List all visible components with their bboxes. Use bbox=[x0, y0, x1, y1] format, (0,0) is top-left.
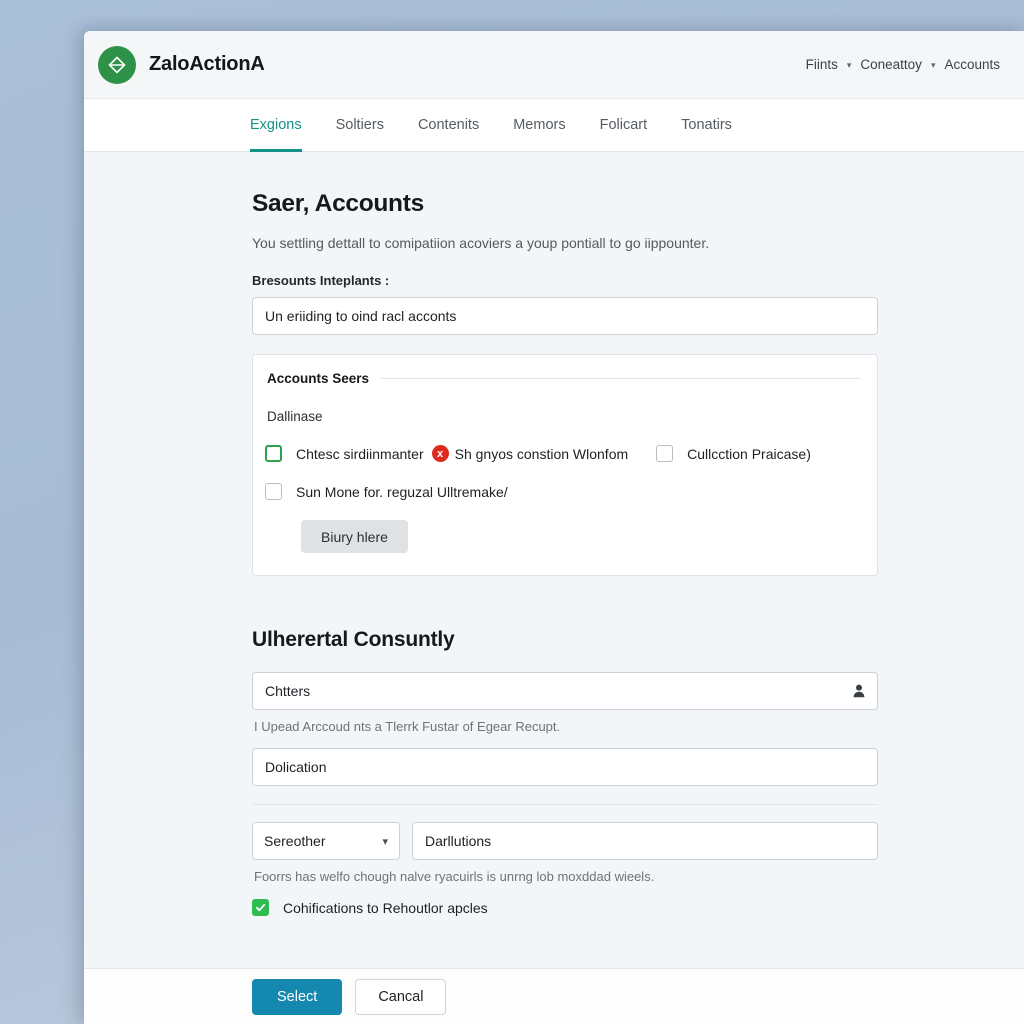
error-badge-icon: x bbox=[431, 445, 449, 462]
checkbox-sunmone-label: Sun Mone for. reguzal Ulltremake/ bbox=[296, 483, 508, 500]
chevron-down-icon[interactable]: ▾ bbox=[847, 60, 852, 71]
sereother-select-value: Sereother bbox=[264, 833, 326, 849]
tab-label: Exgions bbox=[250, 117, 302, 133]
checkbox-sunmone[interactable] bbox=[265, 483, 282, 500]
primary-input[interactable]: Un eriiding to oind racl acconts bbox=[252, 297, 878, 335]
sereother-select[interactable]: Sereother ▾ bbox=[252, 822, 400, 860]
section-divider bbox=[252, 804, 878, 805]
tab-label: Memors bbox=[513, 117, 566, 133]
tab-bar: Exgions Soltiers Contenits Memors Folica… bbox=[84, 99, 1024, 152]
darllutions-input[interactable]: Darllutions bbox=[412, 822, 878, 860]
checkbox-chtesc-group[interactable]: Chtesc sirdiinmanter bbox=[265, 445, 424, 462]
tab-exgions[interactable]: Exgions bbox=[250, 99, 319, 152]
checkbox-consent-label: Cohifications to Rehoutlor apcles bbox=[283, 899, 488, 916]
page-subtitle: You settling dettall to comipatiion acov… bbox=[252, 235, 710, 251]
section-helper-text: Foorrs has welfo chough nalve ryacuirls … bbox=[254, 869, 655, 884]
tab-folicart[interactable]: Folicart bbox=[583, 99, 665, 151]
legend-divider bbox=[381, 378, 861, 379]
chtters-input-value: Chtters bbox=[265, 683, 311, 699]
footer-action-bar: Select Cancal bbox=[84, 968, 1024, 1024]
select-button[interactable]: Select bbox=[252, 978, 343, 1015]
checkbox-sunmone-group[interactable]: Sun Mone for. reguzal Ulltremake/ bbox=[265, 483, 508, 500]
diamond-split-icon bbox=[98, 45, 136, 84]
app-window: ZaloActionA Fiints ▾ Coneattoy ▾ Account… bbox=[84, 31, 1024, 1024]
nav-item-coneattoy[interactable]: Coneattoy bbox=[860, 57, 922, 72]
dolication-input-value: Dolication bbox=[265, 759, 327, 775]
primary-input-label: Bresounts Inteplants : bbox=[252, 273, 390, 288]
brand-title: ZaloActionA bbox=[149, 53, 265, 75]
checkbox-consent[interactable] bbox=[252, 899, 269, 916]
select-and-input-row: Sereother ▾ Darllutions bbox=[252, 822, 878, 860]
section-title: Ulherertal Consuntly bbox=[252, 628, 455, 651]
tab-soltiers[interactable]: Soltiers bbox=[319, 99, 401, 151]
nav-item-fiints[interactable]: Fiints bbox=[806, 57, 838, 72]
tab-label: Contenits bbox=[417, 117, 480, 133]
chevron-down-icon: ▾ bbox=[382, 835, 388, 848]
tab-label: Tonatirs bbox=[681, 117, 732, 133]
user-icon[interactable] bbox=[851, 683, 867, 699]
card-legend: Accounts Seers bbox=[267, 371, 370, 386]
checkbox-chtesc[interactable] bbox=[265, 445, 282, 462]
checkbox-chtesc-label: Chtesc sirdiinmanter bbox=[296, 445, 424, 462]
checkbox-cullcction-label: Cullcction Praicase) bbox=[687, 445, 811, 462]
tab-contenits[interactable]: Contenits bbox=[401, 99, 496, 151]
tab-label: Folicart bbox=[599, 117, 648, 133]
card-note: Dallinase bbox=[267, 409, 323, 424]
page-title: Saer, Accounts bbox=[252, 190, 424, 217]
consent-row[interactable]: Cohifications to Rehoutlor apcles bbox=[252, 899, 962, 916]
accounts-card: Accounts Seers Dallinase Chtesc sirdiinm… bbox=[252, 354, 878, 576]
dolication-input[interactable]: Dolication bbox=[252, 748, 878, 786]
checkbox-cullcction-group[interactable]: Cullcction Praicase) bbox=[656, 445, 811, 462]
tab-memors[interactable]: Memors bbox=[496, 99, 582, 151]
primary-input-value: Un eriiding to oind racl acconts bbox=[265, 308, 457, 324]
brand-identity[interactable]: ZaloActionA bbox=[98, 45, 265, 84]
checkbox-row-primary: Chtesc sirdiinmanter x Sh gnyos constion… bbox=[265, 445, 861, 462]
checkbox-cullcction[interactable] bbox=[656, 445, 674, 462]
chtters-input[interactable]: Chtters bbox=[252, 672, 878, 710]
checkbox-row-secondary: Sun Mone for. reguzal Ulltremake/ bbox=[265, 483, 861, 500]
brand-bar: ZaloActionA Fiints ▾ Coneattoy ▾ Account… bbox=[84, 31, 1024, 99]
error-badge-text: Sh gnyos constion Wlonfom bbox=[454, 445, 629, 462]
tab-tonatirs[interactable]: Tonatirs bbox=[664, 99, 749, 151]
chevron-down-icon[interactable]: ▾ bbox=[931, 60, 936, 71]
biury-hlere-button[interactable]: Biury hlere bbox=[301, 520, 408, 553]
chtters-helper-text: I Upead Arccoud nts a Tlerrk Fustar of E… bbox=[254, 719, 561, 734]
darllutions-input-value: Darllutions bbox=[425, 833, 492, 849]
tab-label: Soltiers bbox=[335, 117, 384, 133]
cancel-button[interactable]: Cancal bbox=[355, 978, 447, 1015]
top-nav: Fiints ▾ Coneattoy ▾ Accounts bbox=[806, 57, 1000, 72]
nav-item-accounts[interactable]: Accounts bbox=[944, 57, 1000, 72]
main-content: Saer, Accounts You settling dettall to c… bbox=[84, 152, 1024, 968]
card-legend-row: Accounts Seers bbox=[265, 371, 861, 386]
